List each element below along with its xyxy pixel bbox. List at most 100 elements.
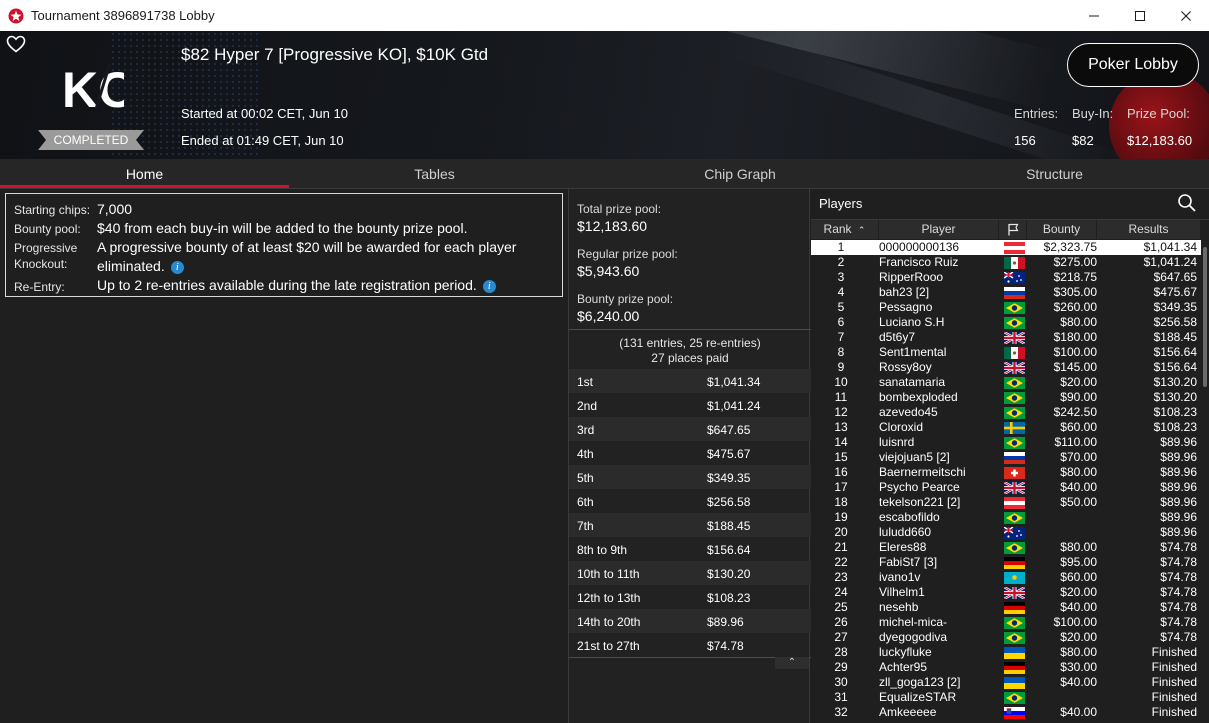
search-icon[interactable] xyxy=(1177,193,1197,213)
player-rank: 13 xyxy=(834,420,848,434)
scrollbar-thumb[interactable] xyxy=(1203,247,1207,387)
player-name: bah23 [2] xyxy=(879,285,930,299)
total-prize-label: Total prize pool: xyxy=(577,202,662,216)
germany-flag-icon xyxy=(1004,602,1025,614)
close-button[interactable] xyxy=(1163,0,1209,31)
players-scrollbar[interactable] xyxy=(1202,239,1208,723)
player-row[interactable]: 24 Vilhelm1 $20.00 $74.78 xyxy=(811,585,1201,601)
info-icon[interactable]: i xyxy=(170,260,184,274)
poker-lobby-button[interactable]: Poker Lobby xyxy=(1067,43,1199,87)
player-result: $188.45 xyxy=(1153,330,1197,344)
player-bounty: $60.00 xyxy=(1060,420,1097,434)
player-rank: 21 xyxy=(834,540,848,554)
collapse-chevron-up-icon[interactable]: ⌃ xyxy=(775,657,809,669)
player-rank: 12 xyxy=(834,405,848,419)
player-row[interactable]: 15 viejojuan5 [2] $70.00 $89.96 xyxy=(811,450,1201,465)
player-rank: 19 xyxy=(834,510,848,524)
payout-amount: $74.78 xyxy=(707,639,744,653)
player-row[interactable]: 8 Sent1mental $100.00 $156.64 xyxy=(811,345,1201,360)
player-row[interactable]: 9 Rossy8oy $145.00 $156.64 xyxy=(811,360,1201,376)
player-bounty: $145.00 xyxy=(1053,360,1097,374)
player-row[interactable]: 25 nesehb $40.00 $74.78 xyxy=(811,600,1201,615)
player-row[interactable]: 12 azevedo45 $242.50 $108.23 xyxy=(811,405,1201,420)
player-row[interactable]: 11 bombexploded $90.00 $130.20 xyxy=(811,390,1201,405)
player-row[interactable]: 23 ivano1v $60.00 $74.78 xyxy=(811,570,1201,585)
maximize-button[interactable] xyxy=(1117,0,1163,31)
player-row[interactable]: 26 michel-mica- $100.00 $74.78 xyxy=(811,615,1201,630)
player-row[interactable]: 19 escabofildo $89.96 xyxy=(811,510,1201,525)
player-name: azevedo45 xyxy=(879,405,938,419)
title-bar[interactable]: Tournament 3896891738 Lobby xyxy=(0,0,1209,31)
column-header-flag[interactable] xyxy=(999,220,1027,239)
prize-pool-pane: Total prize pool: $12,183.60 Regular pri… xyxy=(568,189,811,723)
payout-row: 14th to 20th $89.96 xyxy=(569,609,811,633)
player-row[interactable]: 29 Achter95 $30.00 Finished xyxy=(811,660,1201,675)
player-row[interactable]: 13 Cloroxid $60.00 $108.23 xyxy=(811,420,1201,435)
favorite-heart-icon[interactable] xyxy=(6,35,26,53)
column-header-results[interactable]: Results xyxy=(1097,220,1201,239)
brazil-flag-icon xyxy=(1004,317,1025,329)
australia-flag-icon xyxy=(1003,271,1025,284)
active-tab-indicator xyxy=(0,185,289,188)
player-row[interactable]: 28 luckyfluke $80.00 Finished xyxy=(811,645,1201,660)
payout-amount: $475.67 xyxy=(707,447,751,461)
column-header-player[interactable]: Player xyxy=(879,220,999,239)
payout-amount: $349.35 xyxy=(707,471,751,485)
player-row[interactable]: 6 Luciano S.H $80.00 $256.58 xyxy=(811,315,1201,330)
payout-place: 1st xyxy=(577,375,594,389)
player-rank: 5 xyxy=(837,300,845,314)
player-row[interactable]: 17 Psycho Pearce $40.00 $89.96 xyxy=(811,480,1201,496)
player-row[interactable]: 2 Francisco Ruiz $275.00 $1,041.24 xyxy=(811,255,1201,270)
player-row[interactable]: 10 sanatamaria $20.00 $130.20 xyxy=(811,375,1201,390)
prizepool-value: $12,183.60 xyxy=(1127,133,1193,148)
player-row[interactable]: 18 tekelson221 [2] $50.00 $89.96 xyxy=(811,495,1201,510)
ko-logo: KO xyxy=(58,57,137,118)
player-bounty: $90.00 xyxy=(1060,390,1097,404)
player-result: $74.78 xyxy=(1160,585,1197,599)
player-result: $89.96 xyxy=(1160,450,1197,464)
player-result: Finished xyxy=(1151,705,1197,719)
player-row[interactable]: 30 zll_goga123 [2] $40.00 Finished xyxy=(811,675,1201,690)
player-result: $89.96 xyxy=(1160,510,1197,524)
payout-place: 10th to 11th xyxy=(577,567,640,581)
player-row[interactable]: 14 luisnrd $110.00 $89.96 xyxy=(811,435,1201,450)
player-bounty: $95.00 xyxy=(1060,555,1097,569)
start-time: Started at 00:02 CET, Jun 10 xyxy=(181,106,348,121)
player-rank: 14 xyxy=(834,435,848,449)
player-row[interactable]: 21 Eleres88 $80.00 $74.78 xyxy=(811,540,1201,555)
player-row[interactable]: 1 000000000136 $2,323.75 $1,041.34 xyxy=(811,240,1201,255)
player-row[interactable]: 32 Amkeeeee $40.00 Finished xyxy=(811,705,1201,720)
ukraine-flag-icon xyxy=(1004,677,1025,689)
player-row[interactable]: 4 bah23 [2] $305.00 $475.67 xyxy=(811,285,1201,300)
player-row[interactable]: 16 Baernermeitschi $80.00 $89.96 xyxy=(811,465,1201,480)
player-row[interactable]: 5 Pessagno $260.00 $349.35 xyxy=(811,300,1201,315)
brazil-flag-icon xyxy=(1004,617,1025,629)
buyin-value: $82 xyxy=(1072,133,1094,148)
column-header-rank[interactable]: Rank ⌃ xyxy=(811,220,879,239)
payout-place: 12th to 13th xyxy=(577,591,641,605)
player-row[interactable]: 31 EqualizeSTAR Finished xyxy=(811,690,1201,705)
player-name: Baernermeitschi xyxy=(879,465,966,479)
tab-chip-graph[interactable]: Chip Graph xyxy=(580,159,900,189)
player-row[interactable]: 20 luludd660 $89.96 xyxy=(811,525,1201,540)
minimize-button[interactable] xyxy=(1071,0,1117,31)
player-name: bombexploded xyxy=(879,390,958,404)
rank-header-label: Rank xyxy=(823,222,852,236)
player-row[interactable]: 3 RipperRooo $218.75 $647.65 xyxy=(811,270,1201,285)
player-rank: 17 xyxy=(834,480,848,494)
info-icon[interactable]: i xyxy=(482,279,496,293)
reentry-value-text: Up to 2 re-entries available during the … xyxy=(97,277,477,293)
player-row[interactable]: 22 FabiSt7 [3] $95.00 $74.78 xyxy=(811,555,1201,570)
brazil-flag-icon xyxy=(1004,632,1025,644)
player-name: dyegogodiva xyxy=(879,630,948,644)
player-row[interactable]: 27 dyegogodiva $20.00 $74.78 xyxy=(811,630,1201,645)
player-row[interactable]: 7 d5t6y7 $180.00 $188.45 xyxy=(811,330,1201,346)
bounty-pool-label: Bounty pool: xyxy=(14,222,81,236)
payout-amount: $188.45 xyxy=(707,519,751,533)
player-name: Psycho Pearce xyxy=(879,480,960,494)
tab-structure[interactable]: Structure xyxy=(900,159,1209,189)
column-header-bounty[interactable]: Bounty xyxy=(1027,220,1097,239)
tab-tables[interactable]: Tables xyxy=(289,159,580,189)
player-name: Amkeeeee xyxy=(879,705,937,719)
player-rank: 18 xyxy=(834,495,848,509)
